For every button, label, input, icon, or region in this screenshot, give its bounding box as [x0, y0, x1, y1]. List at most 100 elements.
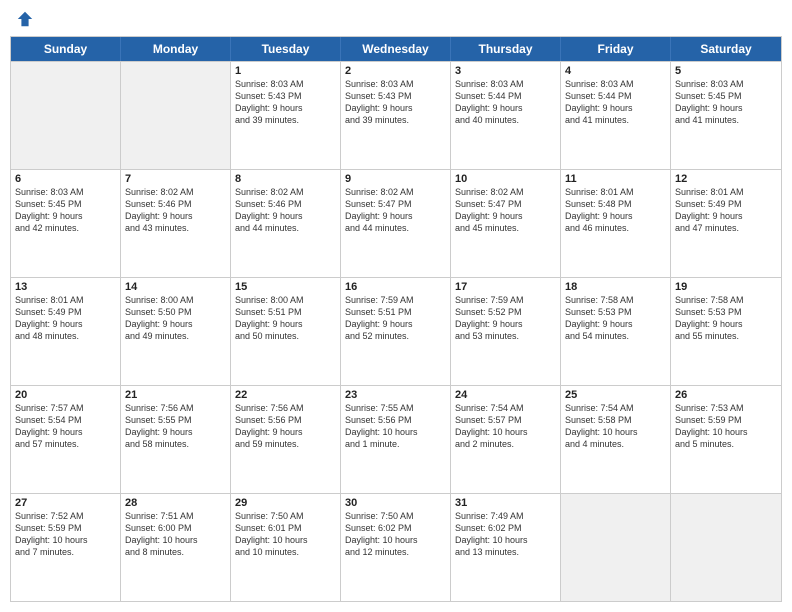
header	[10, 10, 782, 28]
weekday-header: Wednesday	[341, 37, 451, 61]
day-info: Sunrise: 8:03 AM Sunset: 5:44 PM Dayligh…	[455, 78, 556, 127]
calendar-row: 1Sunrise: 8:03 AM Sunset: 5:43 PM Daylig…	[11, 61, 781, 169]
logo	[14, 10, 34, 28]
day-number: 11	[565, 173, 666, 185]
weekday-header: Friday	[561, 37, 671, 61]
calendar-row: 13Sunrise: 8:01 AM Sunset: 5:49 PM Dayli…	[11, 277, 781, 385]
weekday-header: Monday	[121, 37, 231, 61]
day-number: 26	[675, 389, 777, 401]
day-info: Sunrise: 8:00 AM Sunset: 5:50 PM Dayligh…	[125, 294, 226, 343]
page: SundayMondayTuesdayWednesdayThursdayFrid…	[0, 0, 792, 612]
day-number: 13	[15, 281, 116, 293]
calendar-day-1: 1Sunrise: 8:03 AM Sunset: 5:43 PM Daylig…	[231, 62, 341, 169]
day-info: Sunrise: 7:50 AM Sunset: 6:02 PM Dayligh…	[345, 510, 446, 559]
day-info: Sunrise: 7:56 AM Sunset: 5:55 PM Dayligh…	[125, 402, 226, 451]
day-info: Sunrise: 7:57 AM Sunset: 5:54 PM Dayligh…	[15, 402, 116, 451]
day-info: Sunrise: 8:03 AM Sunset: 5:44 PM Dayligh…	[565, 78, 666, 127]
day-number: 20	[15, 389, 116, 401]
calendar-day-13: 13Sunrise: 8:01 AM Sunset: 5:49 PM Dayli…	[11, 278, 121, 385]
day-number: 2	[345, 65, 446, 77]
day-info: Sunrise: 7:56 AM Sunset: 5:56 PM Dayligh…	[235, 402, 336, 451]
day-number: 1	[235, 65, 336, 77]
calendar-empty-cell	[11, 62, 121, 169]
day-info: Sunrise: 7:59 AM Sunset: 5:51 PM Dayligh…	[345, 294, 446, 343]
calendar-empty-cell	[121, 62, 231, 169]
weekday-header: Tuesday	[231, 37, 341, 61]
calendar-day-16: 16Sunrise: 7:59 AM Sunset: 5:51 PM Dayli…	[341, 278, 451, 385]
day-info: Sunrise: 8:03 AM Sunset: 5:45 PM Dayligh…	[15, 186, 116, 235]
day-number: 25	[565, 389, 666, 401]
calendar-row: 6Sunrise: 8:03 AM Sunset: 5:45 PM Daylig…	[11, 169, 781, 277]
day-number: 7	[125, 173, 226, 185]
calendar-day-22: 22Sunrise: 7:56 AM Sunset: 5:56 PM Dayli…	[231, 386, 341, 493]
calendar-body: 1Sunrise: 8:03 AM Sunset: 5:43 PM Daylig…	[11, 61, 781, 601]
day-info: Sunrise: 7:55 AM Sunset: 5:56 PM Dayligh…	[345, 402, 446, 451]
day-info: Sunrise: 8:02 AM Sunset: 5:46 PM Dayligh…	[125, 186, 226, 235]
day-number: 17	[455, 281, 556, 293]
day-info: Sunrise: 7:52 AM Sunset: 5:59 PM Dayligh…	[15, 510, 116, 559]
calendar-day-2: 2Sunrise: 8:03 AM Sunset: 5:43 PM Daylig…	[341, 62, 451, 169]
day-number: 16	[345, 281, 446, 293]
day-info: Sunrise: 8:01 AM Sunset: 5:49 PM Dayligh…	[675, 186, 777, 235]
calendar-day-23: 23Sunrise: 7:55 AM Sunset: 5:56 PM Dayli…	[341, 386, 451, 493]
day-number: 5	[675, 65, 777, 77]
day-number: 3	[455, 65, 556, 77]
day-number: 12	[675, 173, 777, 185]
day-info: Sunrise: 7:49 AM Sunset: 6:02 PM Dayligh…	[455, 510, 556, 559]
calendar-day-7: 7Sunrise: 8:02 AM Sunset: 5:46 PM Daylig…	[121, 170, 231, 277]
day-info: Sunrise: 8:03 AM Sunset: 5:45 PM Dayligh…	[675, 78, 777, 127]
day-number: 30	[345, 497, 446, 509]
day-number: 15	[235, 281, 336, 293]
day-info: Sunrise: 7:58 AM Sunset: 5:53 PM Dayligh…	[675, 294, 777, 343]
calendar-day-10: 10Sunrise: 8:02 AM Sunset: 5:47 PM Dayli…	[451, 170, 561, 277]
calendar-day-27: 27Sunrise: 7:52 AM Sunset: 5:59 PM Dayli…	[11, 494, 121, 601]
day-info: Sunrise: 8:00 AM Sunset: 5:51 PM Dayligh…	[235, 294, 336, 343]
day-number: 31	[455, 497, 556, 509]
calendar-day-31: 31Sunrise: 7:49 AM Sunset: 6:02 PM Dayli…	[451, 494, 561, 601]
calendar-day-18: 18Sunrise: 7:58 AM Sunset: 5:53 PM Dayli…	[561, 278, 671, 385]
day-info: Sunrise: 8:03 AM Sunset: 5:43 PM Dayligh…	[345, 78, 446, 127]
calendar-day-24: 24Sunrise: 7:54 AM Sunset: 5:57 PM Dayli…	[451, 386, 561, 493]
day-info: Sunrise: 7:53 AM Sunset: 5:59 PM Dayligh…	[675, 402, 777, 451]
day-number: 18	[565, 281, 666, 293]
calendar-day-19: 19Sunrise: 7:58 AM Sunset: 5:53 PM Dayli…	[671, 278, 781, 385]
day-number: 24	[455, 389, 556, 401]
calendar-day-3: 3Sunrise: 8:03 AM Sunset: 5:44 PM Daylig…	[451, 62, 561, 169]
day-info: Sunrise: 8:02 AM Sunset: 5:47 PM Dayligh…	[345, 186, 446, 235]
day-info: Sunrise: 7:50 AM Sunset: 6:01 PM Dayligh…	[235, 510, 336, 559]
day-number: 8	[235, 173, 336, 185]
calendar-row: 20Sunrise: 7:57 AM Sunset: 5:54 PM Dayli…	[11, 385, 781, 493]
day-number: 9	[345, 173, 446, 185]
day-info: Sunrise: 7:51 AM Sunset: 6:00 PM Dayligh…	[125, 510, 226, 559]
calendar-day-9: 9Sunrise: 8:02 AM Sunset: 5:47 PM Daylig…	[341, 170, 451, 277]
day-number: 21	[125, 389, 226, 401]
calendar-empty-cell	[671, 494, 781, 601]
day-info: Sunrise: 8:01 AM Sunset: 5:49 PM Dayligh…	[15, 294, 116, 343]
weekday-header: Thursday	[451, 37, 561, 61]
day-info: Sunrise: 8:03 AM Sunset: 5:43 PM Dayligh…	[235, 78, 336, 127]
day-number: 29	[235, 497, 336, 509]
day-info: Sunrise: 8:01 AM Sunset: 5:48 PM Dayligh…	[565, 186, 666, 235]
calendar-day-29: 29Sunrise: 7:50 AM Sunset: 6:01 PM Dayli…	[231, 494, 341, 601]
calendar-day-12: 12Sunrise: 8:01 AM Sunset: 5:49 PM Dayli…	[671, 170, 781, 277]
day-number: 19	[675, 281, 777, 293]
day-number: 28	[125, 497, 226, 509]
calendar: SundayMondayTuesdayWednesdayThursdayFrid…	[10, 36, 782, 602]
calendar-day-26: 26Sunrise: 7:53 AM Sunset: 5:59 PM Dayli…	[671, 386, 781, 493]
calendar-day-28: 28Sunrise: 7:51 AM Sunset: 6:00 PM Dayli…	[121, 494, 231, 601]
calendar-day-5: 5Sunrise: 8:03 AM Sunset: 5:45 PM Daylig…	[671, 62, 781, 169]
day-info: Sunrise: 7:58 AM Sunset: 5:53 PM Dayligh…	[565, 294, 666, 343]
day-number: 10	[455, 173, 556, 185]
calendar-day-11: 11Sunrise: 8:01 AM Sunset: 5:48 PM Dayli…	[561, 170, 671, 277]
weekday-header: Saturday	[671, 37, 781, 61]
calendar-day-4: 4Sunrise: 8:03 AM Sunset: 5:44 PM Daylig…	[561, 62, 671, 169]
day-info: Sunrise: 7:54 AM Sunset: 5:58 PM Dayligh…	[565, 402, 666, 451]
day-info: Sunrise: 8:02 AM Sunset: 5:47 PM Dayligh…	[455, 186, 556, 235]
day-info: Sunrise: 7:54 AM Sunset: 5:57 PM Dayligh…	[455, 402, 556, 451]
calendar-row: 27Sunrise: 7:52 AM Sunset: 5:59 PM Dayli…	[11, 493, 781, 601]
calendar-day-15: 15Sunrise: 8:00 AM Sunset: 5:51 PM Dayli…	[231, 278, 341, 385]
calendar-day-8: 8Sunrise: 8:02 AM Sunset: 5:46 PM Daylig…	[231, 170, 341, 277]
day-number: 27	[15, 497, 116, 509]
calendar-day-17: 17Sunrise: 7:59 AM Sunset: 5:52 PM Dayli…	[451, 278, 561, 385]
day-info: Sunrise: 8:02 AM Sunset: 5:46 PM Dayligh…	[235, 186, 336, 235]
